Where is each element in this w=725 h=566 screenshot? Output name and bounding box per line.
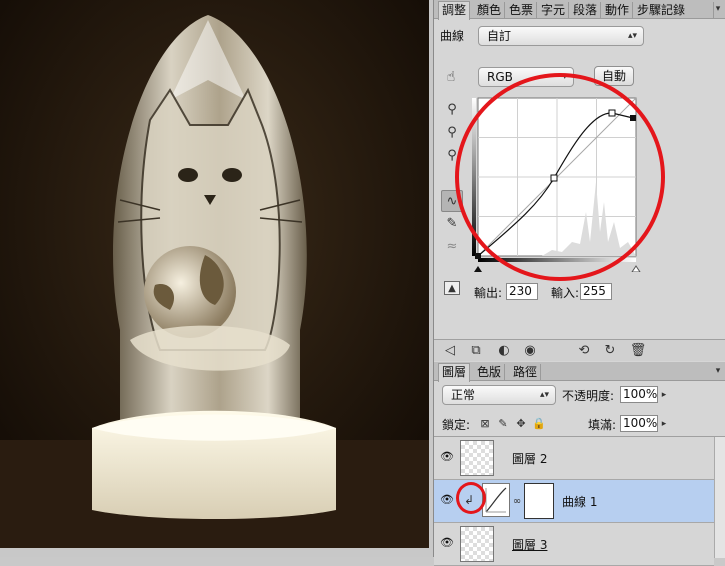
- panel-menu-icon[interactable]: ▾: [712, 3, 724, 15]
- curve-tool-icon[interactable]: ∿: [441, 190, 463, 212]
- fill-arrow-icon[interactable]: ▸: [658, 415, 670, 432]
- channel-value: RGB: [487, 70, 513, 84]
- output-field[interactable]: 230: [506, 283, 538, 300]
- lock-all-icon[interactable]: 🔒: [532, 416, 546, 430]
- blend-mode-value: 正常: [451, 388, 476, 402]
- tab-paragraph[interactable]: 段落: [570, 2, 602, 19]
- tab-actions[interactable]: 動作: [602, 2, 634, 19]
- tab-layers[interactable]: 圖層: [438, 363, 471, 382]
- fill-label: 填滿:: [588, 418, 617, 432]
- expand-icon[interactable]: ⧉: [468, 342, 484, 358]
- document-canvas[interactable]: [0, 0, 433, 557]
- preset-dropdown[interactable]: 自訂 ▴▾: [478, 26, 644, 46]
- eyedropper-white-icon[interactable]: ⚲: [443, 146, 461, 164]
- layers-list: 👁 圖層 2 👁 ↲ ∞ 曲線 1 👁 圖層 3: [434, 436, 725, 566]
- input-field[interactable]: 255: [580, 283, 612, 300]
- lock-brush-icon[interactable]: ✎: [496, 416, 510, 430]
- layer-name: 圖層 3: [512, 538, 548, 552]
- tab-color[interactable]: 顏色: [474, 2, 506, 19]
- layer-mask-thumbnail[interactable]: [524, 483, 554, 519]
- input-label: 輸入:: [551, 286, 580, 300]
- opacity-label: 不透明度:: [562, 389, 615, 403]
- output-label: 輸出:: [474, 286, 503, 300]
- layers-tabbar: 圖層 色版 路徑 ▾: [434, 362, 725, 382]
- curves-graph[interactable]: [472, 92, 644, 273]
- eye-icon[interactable]: 👁: [439, 493, 455, 507]
- adjustments-footer: ◁ ⧉ ◐ ◉ ⟲ ↻ 🗑: [434, 339, 725, 361]
- lock-move-icon[interactable]: ✥: [514, 416, 528, 430]
- reset-icon[interactable]: ↻: [602, 342, 618, 358]
- adjustments-tabbar: 調整 顏色 色票 字元 段落 動作 步驟記錄 ▾: [434, 0, 725, 20]
- tab-channels[interactable]: 色版: [474, 364, 506, 381]
- tab-character[interactable]: 字元: [538, 2, 570, 19]
- link-icon[interactable]: ∞: [512, 494, 522, 508]
- layers-menu-icon[interactable]: ▾: [712, 365, 724, 377]
- clipping-warning-icon[interactable]: ▲: [444, 281, 460, 295]
- preset-value: 自訂: [487, 29, 512, 43]
- layer-row[interactable]: 👁 圖層 2: [434, 437, 714, 480]
- blend-mode-dropdown[interactable]: 正常 ▴▾: [442, 385, 556, 405]
- right-panel: 調整 顏色 色票 字元 段落 動作 步驟記錄 ▾ 曲線 自訂 ▴▾ ☝ RGB ▾ …: [433, 0, 725, 566]
- tab-history[interactable]: 步驟記錄: [634, 2, 714, 19]
- opacity-arrow-icon[interactable]: ▸: [658, 386, 670, 403]
- curves-adjustment-icon[interactable]: [482, 483, 510, 517]
- chevron-updown-icon: ▴▾: [539, 390, 549, 400]
- tab-swatches[interactable]: 色票: [506, 2, 538, 19]
- chevron-down-icon: ▾: [562, 72, 567, 82]
- mask-icon[interactable]: ◐: [496, 342, 512, 358]
- layer-row[interactable]: 👁 圖層 3: [434, 523, 714, 566]
- eye-icon[interactable]: 👁: [439, 536, 455, 550]
- photo-ice-sculpture: [0, 0, 429, 548]
- auto-button[interactable]: 自動: [594, 66, 634, 86]
- smooth-icon[interactable]: ≈: [443, 237, 461, 255]
- tab-adjustments[interactable]: 調整: [438, 1, 471, 20]
- layers-scrollbar[interactable]: [714, 437, 725, 558]
- visibility-icon[interactable]: ◉: [522, 342, 538, 358]
- layer-name: 圖層 2: [512, 452, 548, 466]
- lock-transparency-icon[interactable]: ⊠: [478, 416, 492, 430]
- trash-icon[interactable]: 🗑: [630, 342, 647, 358]
- opacity-field[interactable]: 100%: [620, 386, 658, 403]
- channel-dropdown[interactable]: RGB ▾: [478, 67, 574, 87]
- adjustment-title: 曲線: [440, 29, 465, 43]
- tab-paths[interactable]: 路徑: [510, 364, 542, 381]
- eye-icon[interactable]: 👁: [439, 450, 455, 464]
- eyedropper-black-icon[interactable]: ⚲: [443, 100, 461, 118]
- clipping-arrow-icon: ↲: [463, 493, 475, 507]
- back-arrow-icon[interactable]: ◁: [442, 342, 458, 358]
- layer-thumbnail: [460, 440, 494, 476]
- fill-field[interactable]: 100%: [620, 415, 658, 432]
- lock-label: 鎖定:: [442, 418, 471, 432]
- layer-row-selected[interactable]: 👁 ↲ ∞ 曲線 1: [434, 480, 714, 523]
- pencil-tool-icon[interactable]: ✎: [443, 214, 461, 232]
- chevron-updown-icon: ▴▾: [627, 31, 637, 41]
- eyedropper-gray-icon[interactable]: ⚲: [443, 123, 461, 141]
- hand-target-icon[interactable]: ☝: [442, 68, 460, 86]
- clip-icon[interactable]: ⟲: [576, 342, 592, 358]
- layer-name: 曲線 1: [562, 495, 598, 509]
